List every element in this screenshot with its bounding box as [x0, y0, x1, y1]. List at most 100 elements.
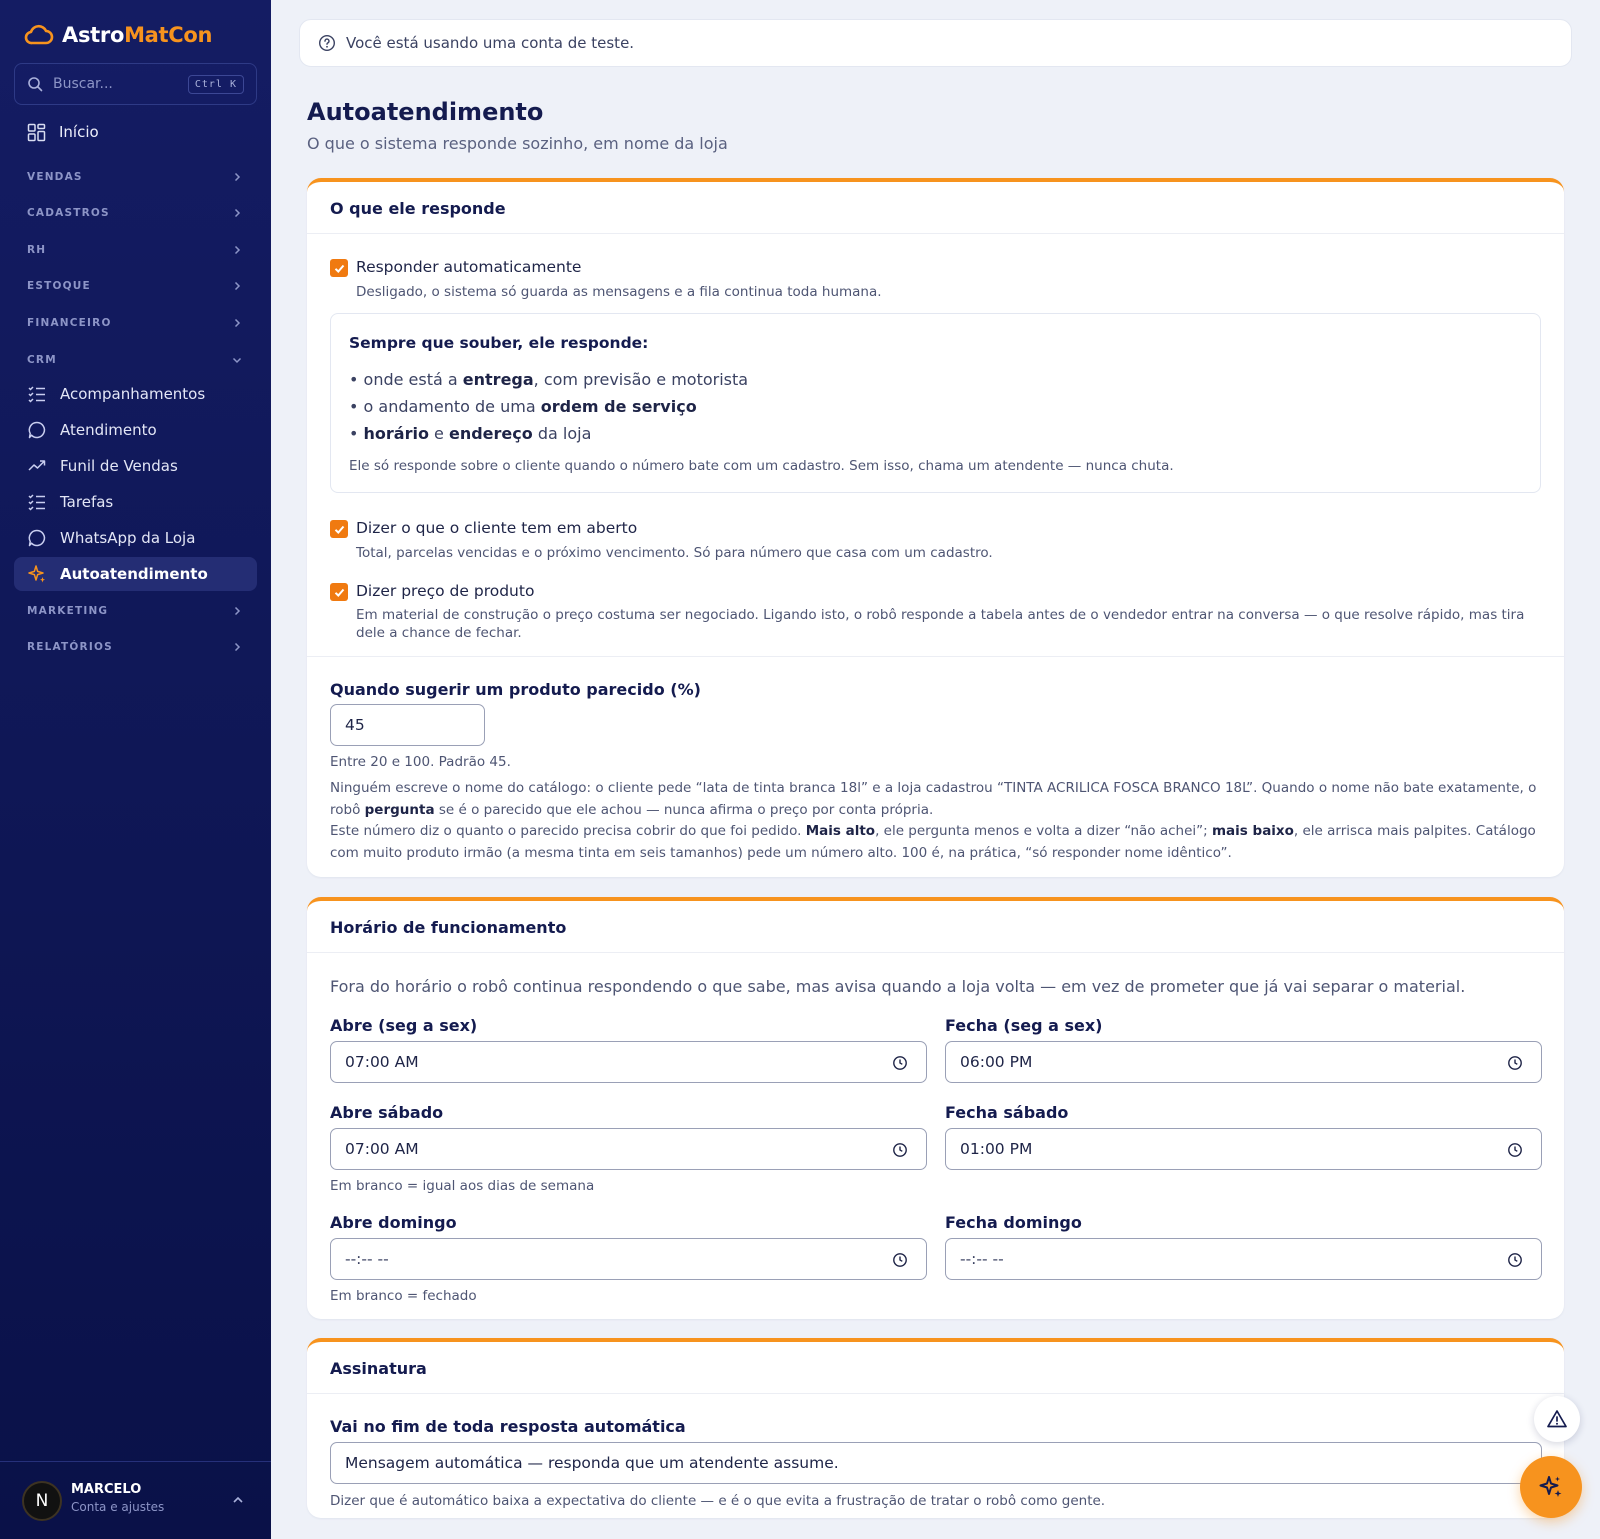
clock-icon[interactable]	[892, 1055, 908, 1071]
nav-section-marketing[interactable]: MARKETING	[14, 594, 257, 628]
notice-text: Você está usando uma conta de teste.	[346, 34, 635, 52]
similar-threshold-label: Quando sugerir um produto parecido (%)	[330, 680, 701, 699]
user-subtitle: Conta e ajustes	[71, 1500, 165, 1514]
brand-name-part1: Astro	[62, 23, 125, 47]
check-icon	[334, 264, 344, 273]
search-icon	[28, 77, 43, 92]
clock-icon[interactable]	[892, 1142, 908, 1158]
nav-section-label: FINANCEIRO	[27, 317, 112, 329]
chat-bubble-icon	[28, 421, 46, 439]
grid-icon	[27, 123, 46, 141]
nav-section-label: CADASTROS	[27, 207, 110, 219]
chevron-right-icon	[234, 642, 241, 652]
warning-icon	[1547, 1410, 1567, 1428]
chevron-right-icon	[234, 245, 241, 255]
nav-item-atendimento[interactable]: Atendimento	[14, 413, 257, 447]
sunday-open-label: Abre domingo	[330, 1213, 457, 1232]
ai-assistant-button[interactable]	[1520, 1456, 1582, 1518]
nav-item-acompanhamentos[interactable]: Acompanhamentos	[14, 377, 257, 411]
open-balance-hint: Total, parcelas vencidas e o próximo ven…	[356, 545, 993, 561]
product-price-hint: Em material de construção o preço costum…	[356, 607, 1525, 641]
open-balance-label[interactable]: Dizer o que o cliente tem em aberto	[356, 519, 637, 537]
auto-reply-checkbox[interactable]	[330, 259, 348, 277]
card-header: Horário de funcionamento	[307, 901, 1564, 953]
nav-section-crm[interactable]: CRM	[14, 343, 257, 377]
checklist-icon	[28, 386, 45, 403]
clock-icon[interactable]	[1507, 1055, 1523, 1071]
user-account-menu[interactable]: N MARCELO Conta e ajustes	[0, 1461, 271, 1539]
user-name: MARCELO	[71, 1482, 142, 1497]
nav-section-financeiro[interactable]: FINANCEIRO	[14, 306, 257, 340]
weekday-open-input[interactable]: 07:00 AM	[330, 1041, 927, 1083]
auto-reply-hint: Desligado, o sistema só guarda as mensag…	[356, 284, 882, 300]
answers-box-note: Ele só responde sobre o cliente quando o…	[349, 458, 1174, 474]
avatar: N	[22, 1481, 62, 1521]
sparkle-icon	[1539, 1476, 1562, 1497]
sunday-close-value: --:-- --	[960, 1250, 1004, 1268]
nav-home[interactable]: Início	[14, 114, 257, 150]
search-bar[interactable]: Buscar... Ctrl K	[14, 63, 257, 105]
weekday-open-label: Abre (seg a sex)	[330, 1016, 478, 1035]
signature-input[interactable]: Mensagem automática — responda que um at…	[330, 1442, 1542, 1484]
search-shortcut: Ctrl K	[187, 74, 244, 94]
card-business-hours: Horário de funcionamento Fora do horário…	[307, 897, 1564, 1319]
card-header: O que ele responde	[307, 182, 1564, 234]
page-title: Autoatendimento	[307, 98, 544, 126]
saturday-open-value: 07:00 AM	[345, 1140, 419, 1158]
product-price-label[interactable]: Dizer preço de produto	[356, 582, 534, 600]
answers-box-title: Sempre que souber, ele responde:	[349, 334, 649, 352]
signature-hint: Dizer que é automático baixa a expectati…	[330, 1493, 1106, 1509]
clock-icon[interactable]	[1507, 1142, 1523, 1158]
checklist-icon	[28, 494, 45, 511]
similar-threshold-explanation: Ninguém escreve o nome do catálogo: o cl…	[330, 780, 1537, 861]
search-placeholder: Buscar...	[53, 76, 113, 92]
report-issue-button[interactable]	[1534, 1396, 1580, 1442]
weekday-close-input[interactable]: 06:00 PM	[945, 1041, 1542, 1083]
nav-section-relatorios[interactable]: RELATÓRIOS	[14, 630, 257, 664]
brand-logo[interactable]: AstroMatCon	[24, 20, 212, 50]
chevron-right-icon	[234, 172, 241, 182]
saturday-close-value: 01:00 PM	[960, 1140, 1033, 1158]
nav-item-label: Autoatendimento	[60, 565, 208, 583]
saturday-close-input[interactable]: 01:00 PM	[945, 1128, 1542, 1170]
card-signature: Assinatura Vai no fim de toda resposta a…	[307, 1338, 1564, 1518]
page-subtitle: O que o sistema responde sozinho, em nom…	[307, 134, 728, 153]
sunday-hint: Em branco = fechado	[330, 1288, 477, 1304]
test-account-notice: Você está usando uma conta de teste.	[299, 19, 1572, 67]
weekday-close-label: Fecha (seg a sex)	[945, 1016, 1103, 1035]
nav-item-funil-de-vendas[interactable]: Funil de Vendas	[14, 449, 257, 483]
nav-section-label: VENDAS	[27, 171, 83, 183]
open-balance-checkbox[interactable]	[330, 520, 348, 538]
hours-intro: Fora do horário o robô continua responde…	[330, 977, 1466, 996]
nav-section-estoque[interactable]: ESTOQUE	[14, 269, 257, 303]
nav-section-cadastros[interactable]: CADASTROS	[14, 196, 257, 230]
nav-item-autoatendimento[interactable]: Autoatendimento	[14, 557, 257, 591]
brand-name-part2: MatCon	[124, 23, 213, 47]
clock-icon[interactable]	[1507, 1252, 1523, 1268]
similar-threshold-range: Entre 20 e 100. Padrão 45.	[330, 754, 511, 770]
chevron-right-icon	[234, 208, 241, 218]
auto-reply-label[interactable]: Responder automaticamente	[356, 258, 581, 276]
card-what-it-answers: O que ele responde Responder automaticam…	[307, 178, 1564, 877]
clock-icon[interactable]	[892, 1252, 908, 1268]
nav-section-label: RH	[27, 244, 47, 256]
nav-item-label: Acompanhamentos	[60, 385, 206, 403]
chevron-down-icon	[232, 357, 242, 364]
product-price-checkbox[interactable]	[330, 583, 348, 601]
nav-item-label: Atendimento	[60, 421, 157, 439]
weekday-close-value: 06:00 PM	[960, 1053, 1033, 1071]
sunday-open-input[interactable]: --:-- --	[330, 1238, 927, 1280]
sunday-close-input[interactable]: --:-- --	[945, 1238, 1542, 1280]
nav-section-rh[interactable]: RH	[14, 233, 257, 267]
trending-up-icon	[28, 460, 46, 471]
check-icon	[334, 525, 344, 534]
answers-line-service-order: • o andamento de uma ordem de serviço	[349, 397, 697, 416]
nav-item-tarefas[interactable]: Tarefas	[14, 485, 257, 519]
nav-section-label: ESTOQUE	[27, 280, 91, 292]
help-circle-icon	[318, 34, 336, 52]
nav-item-whatsapp-da-loja[interactable]: WhatsApp da Loja	[14, 521, 257, 555]
similar-threshold-input[interactable]: 45	[330, 704, 485, 746]
nav-section-vendas[interactable]: VENDAS	[14, 160, 257, 194]
saturday-open-input[interactable]: 07:00 AM	[330, 1128, 927, 1170]
chat-bubble-icon	[28, 529, 46, 547]
